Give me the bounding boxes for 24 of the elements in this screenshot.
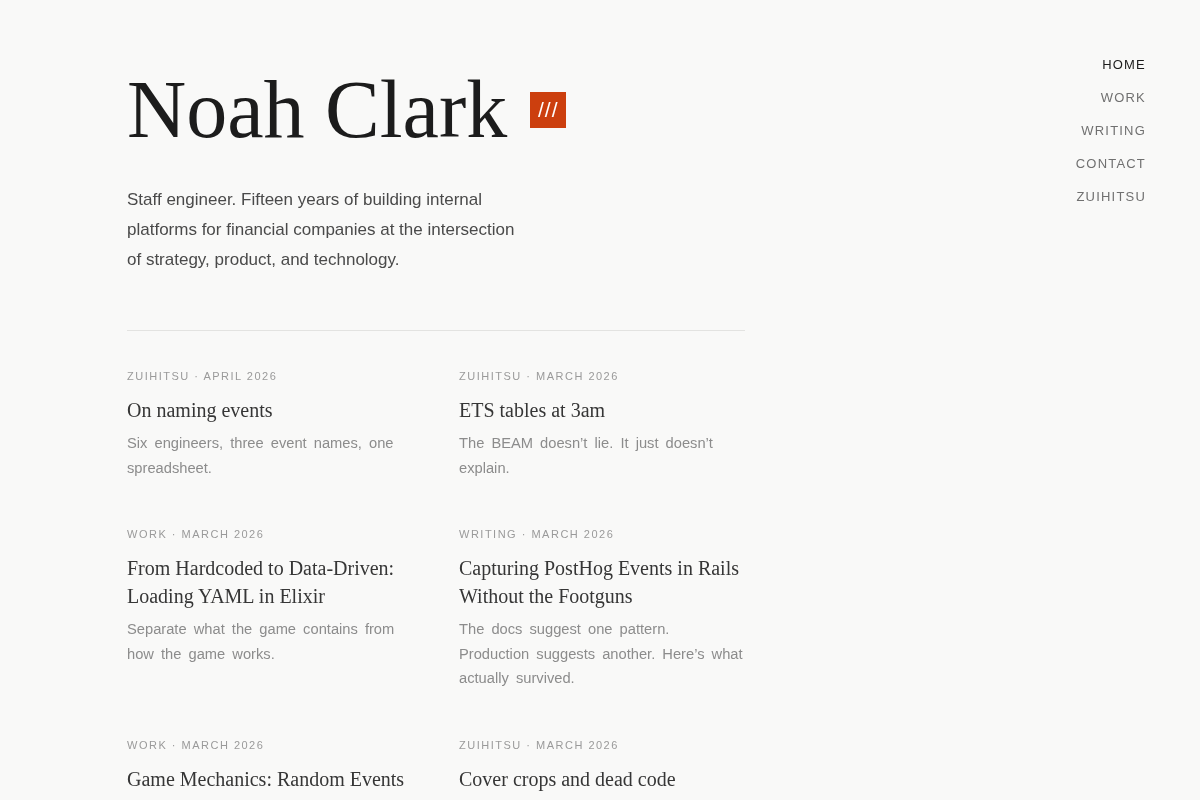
post-meta: ZUIHITSU · APRIL 2026 [127,369,278,384]
intro-paragraph: Staff engineer. Fifteen years of building internal platforms for financial companies at the intersection of strategy, product, and technology. [127,189,516,271]
post-excerpt: Six engineers, three event names, one spreadsheet. [127,434,395,478]
post-title-link[interactable]: Capturing PostHog Events in Rails Without the Footguns [459,554,745,610]
nav-link[interactable]: ZUIHITSU [1076,180,1146,213]
site-title: Noah Clark [127,69,508,151]
post-excerpt: The docs suggest one pattern. Production suggests another. Here’s what actually survived. [459,620,744,688]
post-meta: WORK · MARCH 2026 [127,737,265,753]
post-title-link[interactable]: ETS tables at 3am [459,396,606,424]
nav-link[interactable]: CONTACT [1075,147,1146,180]
nav-link[interactable]: WRITING [1081,114,1146,147]
nav-link[interactable]: HOME [1102,48,1146,81]
logo-mark: /// [530,92,567,128]
nav-link[interactable]: WORK [1100,81,1146,114]
post-title-link[interactable]: From Hardcoded to Data-Driven: Loading YAML in Elixir [127,554,413,610]
post-title-link[interactable]: Cover crops and dead code [459,764,676,793]
post-meta: ZUIHITSU · MARCH 2026 [459,369,619,384]
post-meta: WRITING · MARCH 2026 [459,527,615,542]
post-meta: WORK · MARCH 2026 [127,527,265,542]
post-excerpt: The BEAM doesn’t lie. It just doesn’t explain. [459,434,714,478]
post-meta: ZUIHITSU · MARCH 2026 [459,737,619,753]
post-title-link[interactable]: Game Mechanics: Random Events [127,764,405,793]
post-excerpt: Separate what the game contains from how the game works. [127,620,396,664]
post-title-link[interactable]: On naming events [127,396,273,424]
